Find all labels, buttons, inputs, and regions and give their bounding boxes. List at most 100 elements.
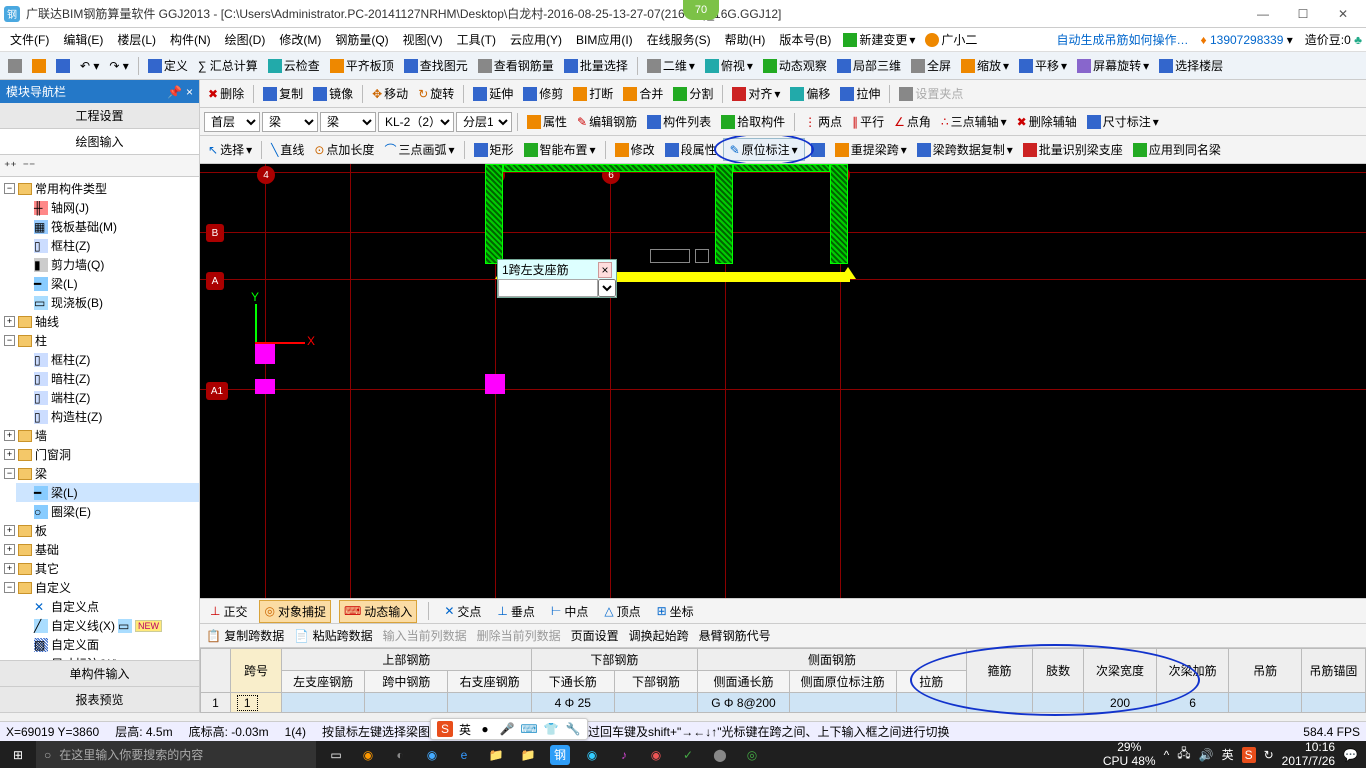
select-floor-button[interactable]: 选择楼层: [1155, 55, 1227, 76]
windows-taskbar[interactable]: ⊞ ○ 在这里输入你要搜索的内容 ▭ ◉ ◐ ◉ e 📁 📁 钢 ◉ ♪ ◉ ✓…: [0, 741, 1366, 768]
redo-icon[interactable]: ↷ ▾: [105, 57, 132, 75]
popup-close-icon[interactable]: ×: [598, 262, 612, 278]
taskbar-app-5[interactable]: ◉: [582, 745, 602, 765]
col-sub-width[interactable]: 次梁宽度: [1084, 649, 1157, 693]
offset-button[interactable]: 偏移: [786, 83, 834, 104]
cell-bot-through[interactable]: 4 Φ 25: [531, 693, 614, 713]
perp-snap[interactable]: ⊥垂点: [493, 601, 538, 622]
menu-version[interactable]: 版本号(B): [773, 29, 837, 50]
align-button[interactable]: 对齐 ▾: [728, 83, 784, 104]
del-aux-button[interactable]: ✖删除辅轴: [1013, 111, 1081, 132]
ime-icon-1[interactable]: ●: [477, 721, 493, 737]
row-number[interactable]: 1: [201, 693, 231, 713]
menu-bim[interactable]: BIM应用(I): [570, 29, 639, 50]
span-copy-tool[interactable]: 梁跨数据复制 ▾: [913, 139, 1017, 160]
cell-tie[interactable]: [896, 693, 966, 713]
two-point-button[interactable]: ⋮两点: [800, 111, 846, 132]
pick-member-button[interactable]: 拾取构件: [717, 111, 789, 132]
taskbar-app-2[interactable]: ◐: [390, 745, 410, 765]
col-side-origin[interactable]: 侧面原位标注筋: [789, 671, 896, 693]
span-data-table[interactable]: 跨号 上部钢筋 下部钢筋 侧面钢筋 箍筋 肢数 次梁宽度 次梁加筋 吊筋 吊筋锚…: [200, 648, 1366, 713]
pin-icon[interactable]: 📌: [167, 85, 182, 99]
cell-bot-rebar[interactable]: [614, 693, 697, 713]
cell-top-right[interactable]: [448, 693, 531, 713]
span-rebar-popup[interactable]: 1跨左支座筋×: [497, 259, 617, 298]
origin-label-tool[interactable]: ✎原位标注 ▾: [723, 138, 805, 161]
menu-floor[interactable]: 楼层(L): [111, 29, 162, 50]
cell-stirrup[interactable]: [966, 693, 1032, 713]
tray-up-icon[interactable]: ^: [1164, 748, 1170, 762]
menu-rebar[interactable]: 钢筋量(Q): [329, 29, 394, 50]
col-limb[interactable]: 肢数: [1033, 649, 1084, 693]
trim-button[interactable]: 修剪: [519, 83, 567, 104]
mid-snap[interactable]: ⊢中点: [547, 601, 592, 622]
task-view-icon[interactable]: ▭: [326, 745, 346, 765]
member-list-button[interactable]: 构件列表: [643, 111, 715, 132]
tray-volume-icon[interactable]: 🔊: [1199, 748, 1214, 762]
col-bot-through[interactable]: 下通长筋: [531, 671, 614, 693]
pan-button[interactable]: 平移 ▾: [1015, 55, 1071, 76]
three-axis-button[interactable]: ∴三点辅轴 ▾: [937, 111, 1011, 132]
tab-engineering[interactable]: 工程设置: [0, 103, 199, 129]
col-stirrup[interactable]: 箍筋: [966, 649, 1032, 693]
menu-file[interactable]: 文件(F): [4, 29, 55, 50]
category-select-2[interactable]: 梁: [320, 112, 376, 132]
ortho-toggle[interactable]: ⊥正交: [206, 601, 251, 622]
smart-layout-tool[interactable]: 智能布置 ▾: [520, 139, 600, 160]
overlook-button[interactable]: 俯视 ▾: [701, 55, 757, 76]
break-button[interactable]: 打断: [569, 83, 617, 104]
tab-report[interactable]: 报表预览: [0, 687, 199, 713]
dropdown-icon[interactable]: [807, 141, 829, 159]
taskbar-app-6[interactable]: ♪: [614, 745, 634, 765]
collapse-icon[interactable]: ⁻⁻: [23, 159, 36, 173]
ime-keyboard-icon[interactable]: ⌨: [521, 721, 537, 737]
col-top-mid[interactable]: 跨中钢筋: [365, 671, 448, 693]
mirror-button[interactable]: 镜像: [309, 83, 357, 104]
dynamic-observe-button[interactable]: 动态观察: [759, 55, 831, 76]
col-hanger[interactable]: 吊筋: [1229, 649, 1302, 693]
define-button[interactable]: 定义: [144, 55, 192, 76]
expand-icon[interactable]: ⁺⁺: [4, 159, 17, 173]
ime-tool-icon[interactable]: 🔧: [565, 721, 581, 737]
taskbar-app-active[interactable]: 钢: [550, 745, 570, 765]
cantilever-button[interactable]: 悬臂钢筋代号: [699, 627, 771, 644]
edge-icon[interactable]: e: [454, 745, 474, 765]
cloud-check-button[interactable]: 云检查: [264, 55, 324, 76]
col-span-no[interactable]: 跨号: [230, 649, 281, 693]
menu-cloud[interactable]: 云应用(Y): [504, 29, 568, 50]
seg-attr-tool[interactable]: 段属性: [661, 139, 721, 160]
component-tree[interactable]: −常用构件类型 ╫轴网(J) ▦筏板基础(M) ▯框柱(Z) ▮剪力墙(Q) ━…: [0, 177, 199, 660]
col-top-right[interactable]: 右支座钢筋: [448, 671, 531, 693]
sogou-icon[interactable]: S: [437, 721, 453, 737]
taskbar-app-8[interactable]: ✓: [678, 745, 698, 765]
sum-calc-button[interactable]: ∑ 汇总计算: [194, 55, 262, 76]
tray-clock[interactable]: 10:162017/7/26: [1282, 741, 1335, 767]
help-tip-link[interactable]: 自动生成吊筋如何操作…: [1057, 31, 1189, 48]
copy-button[interactable]: 复制: [259, 83, 307, 104]
copy-span-button[interactable]: 📋 复制跨数据: [206, 627, 284, 644]
input-col-button[interactable]: 输入当前列数据: [383, 627, 467, 644]
save-icon[interactable]: [52, 57, 74, 75]
xiaoer-button[interactable]: 广小二: [921, 29, 981, 50]
drawing-canvas[interactable]: 4 5 6 7 B A A1 Y: [200, 164, 1366, 598]
move-button[interactable]: ✥移动: [368, 83, 412, 104]
panel-close-icon[interactable]: ×: [186, 85, 193, 99]
col-side-through[interactable]: 侧面通长筋: [698, 671, 790, 693]
parallel-button[interactable]: ∥平行: [848, 111, 888, 132]
swap-start-button[interactable]: 调换起始跨: [629, 627, 689, 644]
floor-select[interactable]: 首层: [204, 112, 260, 132]
start-button[interactable]: ⊞: [0, 748, 36, 762]
cell-hanger[interactable]: [1229, 693, 1302, 713]
col-bot-rebar[interactable]: 下部钢筋: [614, 671, 697, 693]
col-sub-add[interactable]: 次梁加筋: [1156, 649, 1229, 693]
dim-button[interactable]: 尺寸标注 ▾: [1083, 111, 1163, 132]
cross-snap[interactable]: ✕交点: [440, 601, 485, 622]
obj-snap-toggle[interactable]: ◎对象捕捉: [259, 600, 331, 623]
menu-help[interactable]: 帮助(H): [719, 29, 772, 50]
taskbar-app-1[interactable]: ◉: [358, 745, 378, 765]
beans-label[interactable]: 造价豆:0 ♣: [1305, 31, 1362, 48]
ime-mic-icon[interactable]: 🎤: [499, 721, 515, 737]
apex-snap[interactable]: △顶点: [600, 601, 644, 622]
layer-select[interactable]: 分层1: [456, 112, 512, 132]
line-tool[interactable]: ╲直线: [267, 139, 308, 160]
